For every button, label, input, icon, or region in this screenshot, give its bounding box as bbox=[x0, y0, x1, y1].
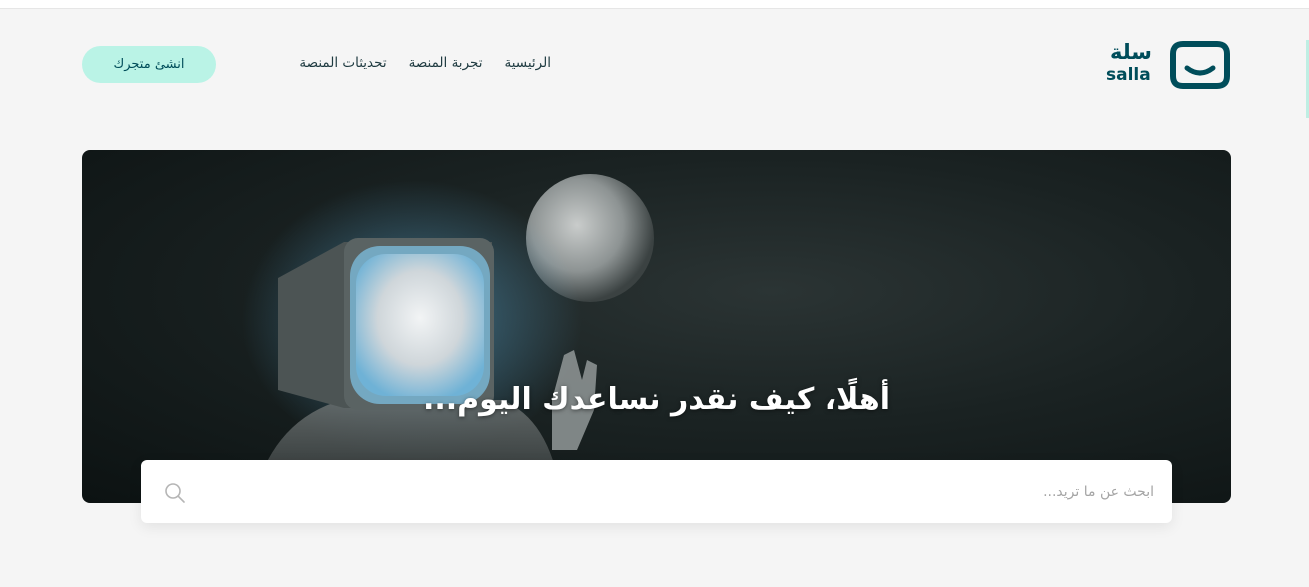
salla-logo[interactable]: سلة salla bbox=[1106, 38, 1231, 93]
salla-bag-icon bbox=[1170, 41, 1230, 89]
site-header: سلة salla الرئيسية تجربة المنصة تحديثات … bbox=[82, 38, 1231, 93]
logo-text-arabic: سلة bbox=[1110, 40, 1152, 64]
hero-banner: أهلًا، كيف نقدر نساعدك اليوم... bbox=[82, 150, 1231, 503]
search-input[interactable] bbox=[224, 460, 1154, 523]
nav-item-home[interactable]: الرئيسية bbox=[505, 55, 552, 71]
hero-illustration bbox=[242, 174, 654, 503]
nav-item-demo[interactable]: تجربة المنصة bbox=[409, 55, 483, 71]
nav-item-updates[interactable]: تحديثات المنصة bbox=[299, 55, 386, 71]
hero-title: أهلًا، كيف نقدر نساعدك اليوم... bbox=[422, 382, 891, 417]
main-nav: الرئيسية تجربة المنصة تحديثات المنصة bbox=[299, 55, 551, 71]
search-icon[interactable] bbox=[163, 481, 187, 505]
logo-text-english: salla bbox=[1106, 65, 1151, 85]
create-store-button[interactable]: انشئ متجرك bbox=[82, 46, 216, 83]
search-bar bbox=[141, 460, 1172, 523]
top-bar bbox=[0, 0, 1309, 9]
